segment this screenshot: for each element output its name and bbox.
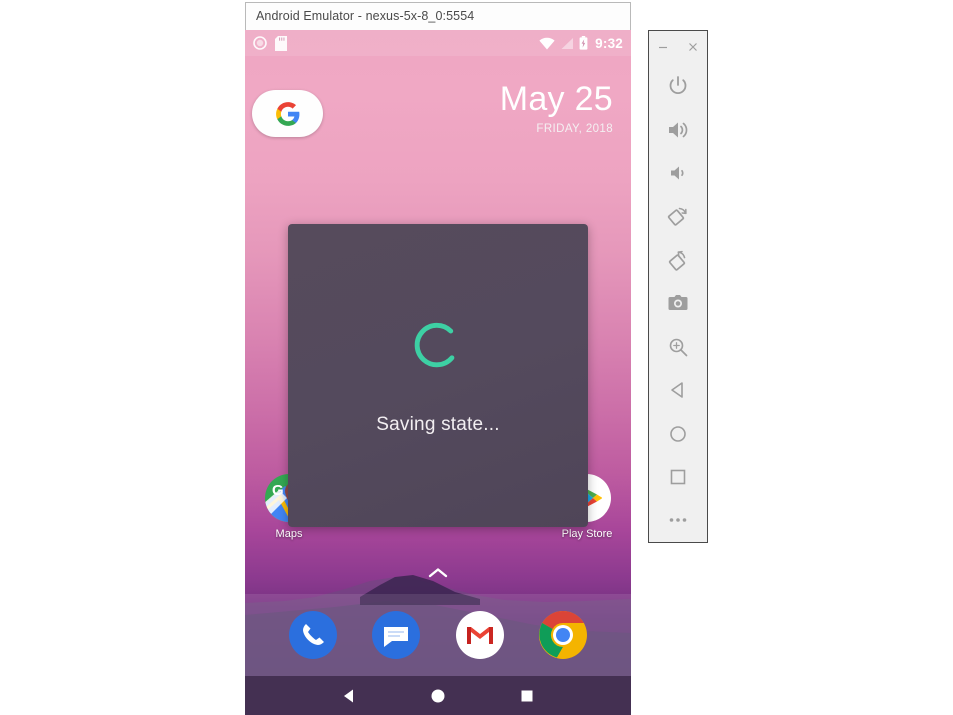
minimize-icon <box>659 46 667 48</box>
camera-icon <box>668 295 688 311</box>
nav-back-triangle-icon[interactable] <box>340 687 358 705</box>
toolbar-window-controls <box>649 31 707 63</box>
power-icon <box>669 76 687 95</box>
toolbar-screenshot-button[interactable] <box>656 282 700 325</box>
dock-item-chrome[interactable] <box>539 611 588 659</box>
app-drawer-handle[interactable] <box>427 566 449 580</box>
wifi-icon <box>539 37 555 49</box>
close-icon <box>689 42 697 51</box>
gmail-icon <box>455 611 504 659</box>
nav-overview-square-icon[interactable] <box>518 687 536 705</box>
google-g-icon <box>275 101 299 126</box>
dock-item-phone[interactable] <box>288 611 337 659</box>
window-title: Android Emulator - nexus-5x-8_0:5554 <box>256 9 475 23</box>
emulator-toolbar-panel <box>648 30 708 543</box>
more-ellipsis-icon <box>669 518 687 523</box>
date-widget[interactable]: May 25 FRIDAY, 2018 <box>500 82 613 135</box>
close-button[interactable] <box>686 40 700 54</box>
toolbar-rotate-left-button[interactable] <box>656 195 700 238</box>
volume-down-icon <box>671 166 684 180</box>
saving-state-message: Saving state... <box>376 413 500 435</box>
toolbar-back-button[interactable] <box>656 368 700 411</box>
status-bar-left-icons <box>253 35 287 51</box>
android-navigation-bar <box>245 676 631 715</box>
home-circle-icon <box>670 425 686 442</box>
overview-square-icon <box>670 469 686 485</box>
svg-text:G: G <box>272 482 284 499</box>
toolbar-home-button[interactable] <box>656 412 700 455</box>
saving-state-dialog: Saving state... <box>288 224 588 527</box>
nav-home-circle-icon[interactable] <box>429 687 447 705</box>
loading-spinner-icon <box>414 322 455 367</box>
dock <box>245 594 631 676</box>
date-sub-text: FRIDAY, 2018 <box>536 123 613 135</box>
toolbar-more-button[interactable] <box>656 499 700 542</box>
status-bar-clock: 9:32 <box>595 35 623 51</box>
battery-charging-icon <box>579 36 588 50</box>
back-triangle-icon <box>671 382 683 398</box>
toolbar-volume-down-button[interactable] <box>656 151 700 194</box>
cellular-signal-icon <box>561 37 574 49</box>
messages-icon <box>372 611 421 659</box>
toolbar-overview-button[interactable] <box>656 455 700 498</box>
toolbar-power-button[interactable] <box>656 65 700 108</box>
toolbar-rotate-right-button[interactable] <box>656 238 700 281</box>
phone-icon <box>288 611 337 659</box>
sd-card-icon <box>275 35 287 51</box>
chevron-up-icon <box>428 568 448 578</box>
device-screen[interactable]: 9:32 May 25 FRIDAY, 2018 G Maps Play Sto… <box>245 30 631 715</box>
rotate-left-icon <box>667 208 687 227</box>
date-main-text: May 25 <box>499 80 613 118</box>
dock-item-gmail[interactable] <box>455 611 504 659</box>
emulator-window: Android Emulator - nexus-5x-8_0:5554 9:3… <box>245 2 631 715</box>
toolbar-volume-up-button[interactable] <box>656 108 700 151</box>
volume-up-icon <box>669 122 688 138</box>
screen-record-icon <box>253 36 267 50</box>
app-label: Maps <box>275 528 303 540</box>
chrome-icon <box>539 611 588 659</box>
dock-item-messages[interactable] <box>372 611 421 659</box>
rotate-right-icon <box>668 250 686 271</box>
toolbar-zoom-button[interactable] <box>656 325 700 368</box>
zoom-in-icon <box>669 338 688 357</box>
android-status-bar[interactable]: 9:32 <box>245 30 631 56</box>
status-bar-right-icons: 9:32 <box>539 36 623 51</box>
minimize-button[interactable] <box>656 40 670 54</box>
window-title-bar[interactable]: Android Emulator - nexus-5x-8_0:5554 <box>245 2 631 30</box>
app-label: Play Store <box>561 528 613 540</box>
google-search-widget[interactable] <box>252 90 323 137</box>
